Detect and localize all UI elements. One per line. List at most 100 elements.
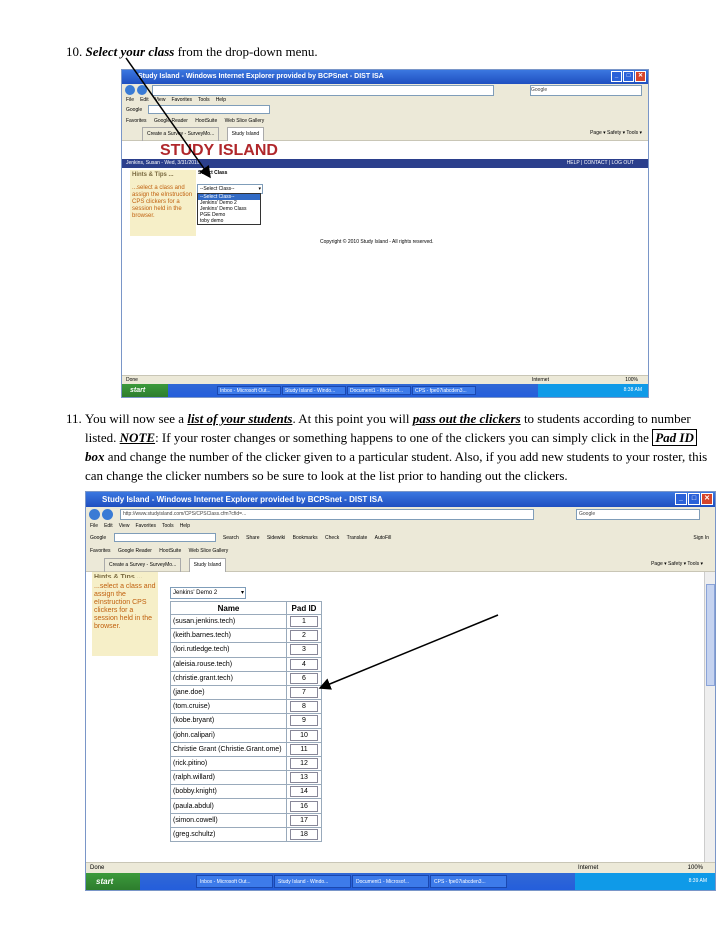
pad-id-input[interactable]: 12 — [290, 757, 318, 769]
tab-study-island[interactable]: Study Island — [188, 558, 227, 573]
student-name: (keith.barnes.tech) — [170, 628, 287, 644]
pad-id-input[interactable]: 10 — [290, 729, 318, 741]
task-inbox[interactable]: Inbox - Microsoft Out... — [196, 875, 273, 888]
google-search-field[interactable]: Google — [576, 509, 700, 520]
pad-id-cell: 13 — [286, 770, 322, 786]
minimize-icon[interactable]: _ — [611, 71, 622, 82]
menu-view[interactable]: View — [119, 521, 130, 532]
pad-id-input[interactable]: 3 — [290, 644, 318, 656]
menu-file[interactable]: File — [126, 96, 134, 105]
toolbar-bookmarks[interactable]: Bookmarks — [293, 532, 318, 545]
back-icon[interactable] — [125, 85, 135, 95]
google-toolbar-input[interactable] — [113, 533, 216, 543]
zoom-text[interactable]: 100% — [625, 376, 638, 384]
menu-help[interactable]: Help — [216, 96, 226, 105]
clock: 8:39 AM — [688, 878, 707, 884]
toolbar-sign-in[interactable]: Sign In — [693, 532, 709, 545]
class-option[interactable]: toby demo — [198, 218, 260, 224]
menu-help[interactable]: Help — [180, 521, 190, 532]
start-button[interactable]: start — [86, 873, 140, 890]
google-toolbar-label: Google — [90, 535, 107, 541]
address-field[interactable] — [152, 85, 494, 96]
pad-id-input[interactable]: 11 — [290, 743, 318, 755]
fav-hootsuite[interactable]: HootSuite — [195, 116, 217, 127]
fav-google-reader[interactable]: Google Reader — [154, 116, 188, 127]
pad-id-input[interactable]: 4 — [290, 658, 318, 670]
menu-file[interactable]: File — [90, 521, 98, 532]
menu-edit[interactable]: Edit — [140, 96, 149, 105]
close-icon[interactable]: ✕ — [701, 493, 713, 505]
step-text: You will now see a — [85, 411, 188, 426]
task-inbox[interactable]: Inbox - Microsoft Out... — [217, 386, 281, 395]
menu-favorites[interactable]: Favorites — [135, 521, 156, 532]
fav-google-reader[interactable]: Google Reader — [118, 545, 152, 558]
step-number: 11. — [66, 411, 82, 426]
toolbar-search[interactable]: Search — [223, 532, 239, 545]
maximize-icon[interactable]: □ — [688, 493, 700, 505]
pad-id-input[interactable]: 18 — [290, 828, 318, 840]
google-toolbar-input[interactable] — [147, 105, 270, 115]
fav-web-slice[interactable]: Web Slice Gallery — [225, 116, 265, 127]
toolbar-autofill[interactable]: AutoFill — [375, 532, 392, 545]
toolbar-sidewiki[interactable]: Sidewiki — [267, 532, 285, 545]
pad-id-input[interactable]: 7 — [290, 687, 318, 699]
toolbar-share[interactable]: Share — [246, 532, 259, 545]
tab-study-island[interactable]: Study Island — [226, 127, 265, 142]
top-links[interactable]: HELP | CONTACT | LOG OUT — [567, 159, 634, 168]
pad-id-input[interactable]: 6 — [290, 672, 318, 684]
pad-id-input[interactable]: 13 — [290, 772, 318, 784]
hints-title: Hints & Tips ... — [132, 172, 174, 178]
favorites-button[interactable]: Favorites — [90, 545, 111, 558]
address-field[interactable]: http://www.studyisland.com/CPS/CPSClass.… — [120, 509, 534, 520]
tab-survey[interactable]: Create a Survey - SurveyMo... — [142, 127, 220, 142]
page-tools[interactable]: Page ▾ Safety ▾ Tools ▾ — [651, 558, 703, 571]
fav-web-slice[interactable]: Web Slice Gallery — [189, 545, 229, 558]
table-row: (susan.jenkins.tech) 1 — [170, 613, 322, 630]
pad-id-input[interactable]: 8 — [290, 701, 318, 713]
hints-title: Hints & Tips ... — [94, 574, 143, 578]
hints-panel: Hints & Tips ... ...select a class and a… — [130, 170, 196, 236]
scrollbar-thumb[interactable] — [706, 584, 715, 686]
zoom-text[interactable]: 100% — [688, 863, 703, 873]
task-study-island[interactable]: Study Island - Windo... — [274, 875, 351, 888]
maximize-icon[interactable]: □ — [623, 71, 634, 82]
window-title-bar: Study Island - Windows Internet Explorer… — [122, 70, 648, 84]
table-row: (paula.abdul) 16 — [170, 798, 322, 814]
tab-survey[interactable]: Create a Survey - SurveyMo... — [104, 558, 182, 573]
back-icon[interactable] — [89, 509, 100, 520]
student-name: (aleisia.rouse.tech) — [170, 656, 287, 672]
class-dropdown-value: Jenkins' Demo 2 — [173, 590, 218, 596]
vertical-scrollbar[interactable] — [704, 572, 715, 862]
task-study-island[interactable]: Study Island - Windo... — [282, 386, 346, 395]
menu-edit[interactable]: Edit — [104, 521, 113, 532]
google-search-field[interactable]: Google — [530, 85, 642, 96]
forward-icon[interactable] — [137, 85, 147, 95]
start-button[interactable]: start — [122, 384, 168, 397]
menu-favorites[interactable]: Favorites — [171, 96, 192, 105]
toolbar-translate[interactable]: Translate — [347, 532, 368, 545]
pad-id-input[interactable]: 14 — [290, 786, 318, 798]
class-dropdown[interactable]: Jenkins' Demo 2 ▾ — [170, 587, 246, 599]
forward-icon[interactable] — [102, 509, 113, 520]
task-cps[interactable]: CPS - fpe07iabcden3... — [412, 386, 476, 395]
pad-id-input[interactable]: 1 — [290, 616, 318, 628]
page-tools[interactable]: Page ▾ Safety ▾ Tools ▾ — [590, 127, 642, 140]
pad-id-input[interactable]: 16 — [290, 800, 318, 812]
step-text: and change the number of the clicker giv… — [85, 449, 708, 483]
fav-hootsuite[interactable]: HootSuite — [159, 545, 181, 558]
zone-text: Internet — [578, 865, 599, 871]
close-icon[interactable]: ✕ — [635, 71, 646, 82]
minimize-icon[interactable]: _ — [675, 493, 687, 505]
menu-view[interactable]: View — [155, 96, 166, 105]
menu-tools[interactable]: Tools — [198, 96, 210, 105]
pad-id-input[interactable]: 2 — [290, 630, 318, 642]
favorites-button[interactable]: Favorites — [126, 116, 147, 127]
pad-id-input[interactable]: 9 — [290, 715, 318, 727]
toolbar-check[interactable]: Check — [325, 532, 339, 545]
menu-tools[interactable]: Tools — [162, 521, 174, 532]
clock: 8:38 AM — [623, 387, 642, 393]
task-document[interactable]: Document1 - Microsof... — [347, 386, 411, 395]
pad-id-input[interactable]: 17 — [290, 814, 318, 826]
task-cps[interactable]: CPS - fpe07iabcden3... — [430, 875, 507, 888]
task-document[interactable]: Document1 - Microsof... — [352, 875, 429, 888]
